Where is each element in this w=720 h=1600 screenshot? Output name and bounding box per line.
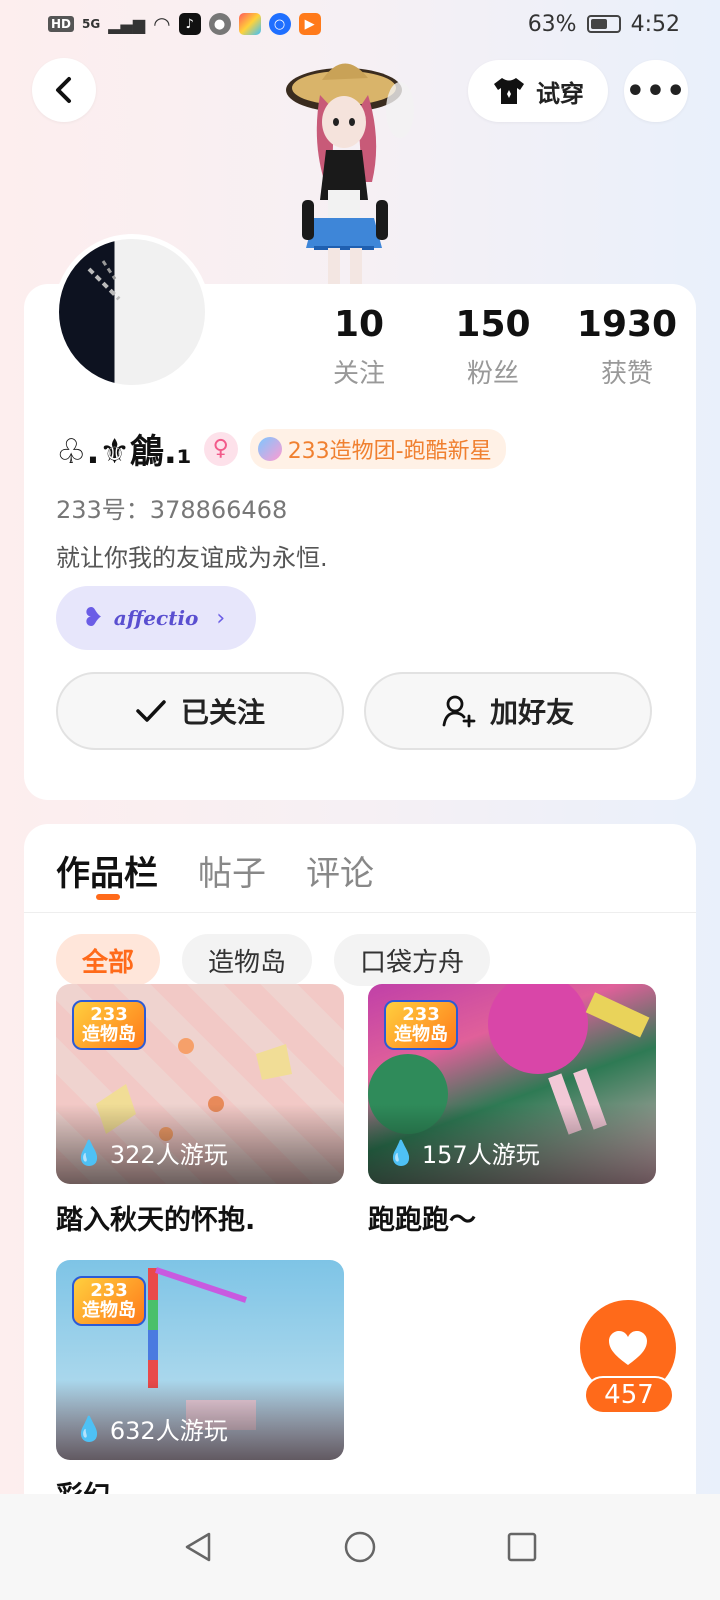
affection-label: affectio: [113, 606, 199, 630]
following-label: 已关注: [180, 696, 265, 729]
nickname: ♧.⚜鶬.₁: [56, 432, 192, 472]
filter-chips: 全部 造物岛 口袋方舟: [56, 934, 491, 986]
battery-icon: [586, 15, 621, 33]
chain-pattern: [87, 260, 121, 301]
play-count-label: 632人游玩: [109, 1417, 228, 1445]
creation-island-logo: 233 造物岛: [72, 1000, 146, 1050]
app-icon: [238, 13, 261, 35]
stat-fans[interactable]: 150 粉丝: [426, 304, 560, 390]
play-count: 💧 157人游玩: [386, 1135, 540, 1170]
stat-value: 150: [455, 304, 531, 345]
filter-all[interactable]: 全部: [56, 934, 161, 986]
profile-avatar[interactable]: [54, 234, 210, 390]
nav-recents-button[interactable]: [500, 1525, 544, 1569]
battery-fill: [590, 19, 607, 29]
signal-label: 5G: [82, 17, 101, 31]
check-icon: [136, 700, 166, 722]
more-dots-icon: •••: [625, 73, 687, 109]
clock: 4:52: [630, 11, 680, 37]
system-nav-bar: [0, 1494, 720, 1600]
status-bar: HD 5G ▂▄▆ ◠ ♪ ● ○ ▶ 63% 4:52: [0, 0, 720, 48]
filter-pocket-ark[interactable]: 口袋方舟: [334, 934, 491, 986]
following-button[interactable]: 已关注: [56, 672, 344, 750]
affection-badge[interactable]: ❥ affectio ›: [56, 586, 256, 650]
game-title[interactable]: 踏入秋天的怀抱.: [56, 1198, 344, 1237]
creation-island-logo: 233 造物岛: [384, 1000, 458, 1050]
game-thumbnail[interactable]: 233 造物岛 💧 322人游玩: [56, 984, 344, 1184]
game-card[interactable]: 233造物岛 💧 632人游玩 彩幻: [56, 1260, 344, 1513]
chevron-right-icon: ›: [216, 605, 226, 631]
try-on-button[interactable]: 试穿: [468, 60, 608, 122]
stat-value: 1930: [576, 304, 678, 345]
name-row: ♧.⚜鶬.₁ ♀ 233造物团-跑酷新星: [56, 424, 506, 473]
title-badge[interactable]: 233造物团-跑酷新星: [249, 428, 506, 469]
network-type: HD: [48, 16, 75, 32]
active-tab-indicator: [96, 894, 120, 900]
browser-icon: ○: [268, 13, 291, 35]
back-chevron-icon: [56, 77, 71, 103]
circle-home-icon: [344, 1531, 376, 1563]
title-badge-label: 233造物团-跑酷新星: [287, 438, 492, 464]
stat-label: 粉丝: [466, 359, 519, 389]
wifi-icon: ◠: [153, 12, 171, 36]
add-friend-label: 加好友: [489, 696, 574, 729]
flame-icon: 💧: [386, 1138, 416, 1167]
double-heart-icon: ❥: [82, 603, 104, 633]
stat-likes[interactable]: 1930 获赞: [560, 304, 694, 390]
avatar-3d-figure[interactable]: [282, 50, 432, 290]
game-card[interactable]: 233 造物岛 💧 322人游玩 踏入秋天的怀抱.: [56, 984, 344, 1237]
back-button[interactable]: [32, 58, 96, 122]
add-friend-button[interactable]: 加好友: [364, 672, 652, 750]
game-thumbnail[interactable]: 233 造物岛 💧 157人游玩: [368, 984, 656, 1184]
profile-stats: 10 关注 150 粉丝 1930 获赞: [292, 304, 694, 390]
game-thumbnail[interactable]: 233 造物岛 💧 632人游玩: [56, 1260, 344, 1460]
heart-icon: [609, 1331, 647, 1365]
bio: 就让你我的友谊成为永恒.: [56, 544, 328, 572]
signal-icon: ▂▄▆: [108, 14, 146, 34]
nav-back-button[interactable]: [176, 1525, 220, 1569]
wechat-icon: ●: [208, 13, 231, 35]
profile-card: 10 关注 150 粉丝 1930 获赞 ♧.⚜鶬.₁ ♀ 233造物团-跑酷新…: [24, 234, 696, 800]
badge-icon: [257, 436, 282, 461]
works-card: 作品栏 帖子 评论 全部 造物岛 口袋方舟 233 造物岛 💧 322人游玩 踏入: [24, 824, 696, 1524]
stat-label: 关注: [332, 359, 385, 389]
game-title[interactable]: 跑跑跑～: [368, 1198, 656, 1237]
more-button[interactable]: •••: [624, 60, 688, 122]
nav-home-button[interactable]: [338, 1525, 382, 1569]
play-count: 💧 322人游玩: [74, 1135, 228, 1170]
tab-comments[interactable]: 评论: [306, 846, 374, 895]
tab-works[interactable]: 作品栏: [56, 846, 158, 895]
stat-following[interactable]: 10 关注: [292, 304, 426, 390]
female-icon: ♀: [203, 431, 238, 466]
stat-label: 获赞: [600, 359, 653, 389]
tab-bar: 作品栏 帖子 评论: [56, 846, 374, 895]
add-user-icon: [442, 695, 476, 728]
flame-icon: 💧: [74, 1414, 104, 1443]
like-count: 457: [584, 1376, 674, 1414]
tiktok-icon: ♪: [178, 13, 201, 35]
video-app-icon: ▶: [298, 13, 321, 35]
stat-value: 10: [333, 304, 385, 345]
status-left: HD 5G ▂▄▆ ◠ ♪ ● ○ ▶: [48, 12, 321, 36]
play-count-label: 322人游玩: [109, 1141, 228, 1169]
user-id[interactable]: 233号：378866468: [56, 490, 287, 525]
creation-island-logo: 233 造物岛: [72, 1276, 146, 1326]
try-on-label: 试穿: [536, 79, 584, 108]
tshirt-icon: [494, 78, 524, 104]
status-right: 63% 4:52: [528, 12, 680, 37]
filter-creation-island[interactable]: 造物岛: [182, 934, 313, 986]
play-count-label: 157人游玩: [421, 1141, 540, 1169]
game-card[interactable]: 233 造物岛 💧 157人游玩 跑跑跑～: [368, 984, 656, 1237]
play-count: 💧 632人游玩: [74, 1411, 228, 1446]
triangle-back-icon: [185, 1532, 211, 1562]
flame-icon: 💧: [74, 1138, 104, 1167]
battery-percent: 63%: [527, 11, 577, 37]
tabs-divider: [24, 912, 696, 913]
square-recents-icon: [507, 1532, 537, 1562]
tab-posts[interactable]: 帖子: [198, 846, 266, 895]
